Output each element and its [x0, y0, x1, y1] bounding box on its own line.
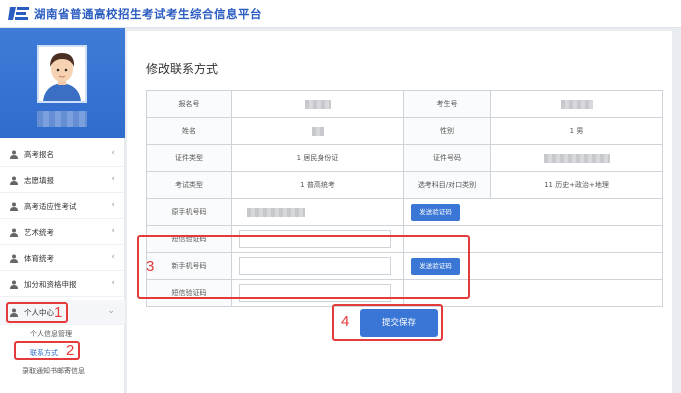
chevron-left-icon: ‹	[111, 174, 115, 184]
top-header: 湖南省普通高校招生考试考生综合信息平台	[0, 0, 681, 28]
sidebar-item-volunteer-filling[interactable]: 志愿填报 ‹	[0, 168, 125, 193]
user-icon	[10, 202, 18, 211]
chevron-left-icon: ‹	[111, 148, 115, 158]
site-title: 湖南省普通高校招生考试考生综合信息平台	[34, 7, 262, 21]
id-no-value	[490, 144, 663, 172]
avatar-illustration-icon	[39, 47, 85, 101]
submenu-admission-letter-mailing[interactable]: 录取通知书邮寄信息	[22, 366, 85, 376]
blurred-value	[311, 126, 324, 136]
subjects-label: 选考科目/对口类别	[403, 171, 491, 199]
send-code-old-phone-button[interactable]: 发送验证码	[411, 203, 460, 221]
table-row: 报名号 考生号	[146, 90, 663, 118]
menu-label: 高考适应性考试	[24, 202, 77, 211]
name-value	[231, 117, 404, 145]
blurred-value	[560, 99, 593, 109]
user-icon	[10, 150, 18, 159]
avatar	[37, 45, 87, 103]
annotation-number-3: 3	[146, 258, 155, 275]
id-no-label: 证件号码	[403, 144, 491, 172]
candidate-no-value	[490, 90, 663, 118]
menu-label: 加分和资格申报	[24, 280, 77, 289]
exam-type-value: 1 普高统考	[231, 171, 404, 199]
annotation-number-2: 2	[66, 342, 75, 359]
chevron-left-icon: ‹	[111, 200, 115, 210]
chevron-left-icon: ‹	[111, 226, 115, 236]
menu-label: 高考报名	[24, 150, 54, 159]
old-phone-value	[231, 198, 404, 226]
old-phone-action: 发送验证码	[403, 198, 663, 226]
id-type-value: 1 居民身份证	[231, 144, 404, 172]
chevron-down-icon: ⌄	[107, 306, 115, 316]
blurred-value	[543, 153, 610, 163]
subjects-value: 11 历史+政治+地理	[490, 171, 663, 199]
chevron-left-icon: ‹	[111, 278, 115, 288]
menu-label: 体育统考	[24, 254, 54, 263]
page-title: 修改联系方式	[146, 62, 219, 76]
annotation-box-3	[137, 235, 470, 299]
user-icon	[10, 254, 18, 263]
exam-type-label: 考试类型	[146, 171, 232, 199]
blurred-value	[247, 207, 305, 217]
gender-label: 性别	[403, 117, 491, 145]
blurred-value	[304, 99, 331, 109]
sidebar-item-gaokao-registration[interactable]: 高考报名 ‹	[0, 142, 125, 167]
id-type-label: 证件类型	[146, 144, 232, 172]
platform-logo-icon	[8, 7, 29, 20]
exam-no-value	[231, 90, 404, 118]
user-icon	[10, 228, 18, 237]
name-label: 姓名	[146, 117, 232, 145]
menu-label: 艺术统考	[24, 228, 54, 237]
chevron-left-icon: ‹	[111, 252, 115, 262]
sidebar-item-art-exam[interactable]: 艺术统考 ‹	[0, 220, 125, 245]
table-row: 证件类型 1 居民身份证 证件号码	[146, 144, 663, 172]
table-row: 考试类型 1 普高统考 选考科目/对口类别 11 历史+政治+地理	[146, 171, 663, 199]
submenu-personal-info[interactable]: 个人信息管理	[30, 329, 72, 339]
candidate-no-label: 考生号	[403, 90, 491, 118]
old-phone-label: 原手机号码	[146, 198, 232, 226]
annotation-number-4: 4	[341, 313, 350, 330]
annotation-number-1: 1	[54, 304, 63, 321]
sidebar: 高考报名 ‹ 志愿填报 ‹ 高考适应性考试 ‹ 艺术统考 ‹ 体育统考 ‹ 加分…	[0, 28, 125, 393]
table-row: 原手机号码 发送验证码	[146, 198, 663, 226]
table-row: 姓名 性别 1 男	[146, 117, 663, 145]
profile-panel	[0, 28, 125, 138]
sidebar-item-adaptive-exam[interactable]: 高考适应性考试 ‹	[0, 194, 125, 219]
user-icon	[10, 280, 18, 289]
exam-no-label: 报名号	[146, 90, 232, 118]
sidebar-item-bonus-qualification[interactable]: 加分和资格申报 ‹	[0, 272, 125, 297]
gender-value: 1 男	[490, 117, 663, 145]
user-icon	[10, 176, 18, 185]
sidebar-item-sports-exam[interactable]: 体育统考 ‹	[0, 246, 125, 271]
user-name-blurred	[37, 111, 87, 127]
menu-label: 志愿填报	[24, 176, 54, 185]
